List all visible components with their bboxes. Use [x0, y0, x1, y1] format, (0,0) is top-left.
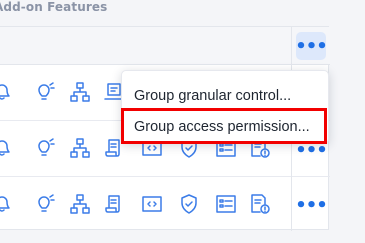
table-row: •••	[0, 177, 330, 233]
selection-highlight	[121, 108, 327, 144]
bulb-settings-icon[interactable]	[34, 137, 56, 159]
bell-icon[interactable]	[0, 137, 13, 159]
bulb-settings-icon[interactable]	[34, 193, 56, 215]
table-header-row: •••	[0, 27, 330, 65]
header-more-button[interactable]: •••	[295, 32, 328, 60]
network-icon[interactable]	[69, 193, 91, 215]
script-icon[interactable]	[103, 193, 125, 215]
code-window-icon[interactable]	[141, 193, 163, 215]
row-more-button[interactable]: •••	[295, 191, 328, 219]
list-card-icon[interactable]	[215, 193, 237, 215]
bulb-settings-icon[interactable]	[34, 81, 56, 103]
section-title: Add-on Features	[0, 0, 108, 14]
shield-icon[interactable]	[178, 193, 200, 215]
network-icon[interactable]	[69, 137, 91, 159]
bell-icon[interactable]	[0, 81, 13, 103]
page: Add-on Features ••• ••• ••• Group granul…	[0, 0, 365, 243]
network-icon[interactable]	[69, 81, 91, 103]
bell-icon[interactable]	[0, 193, 13, 215]
menu-item-group-granular-control[interactable]: Group granular control...	[134, 88, 291, 104]
document-alert-icon[interactable]	[249, 193, 271, 215]
